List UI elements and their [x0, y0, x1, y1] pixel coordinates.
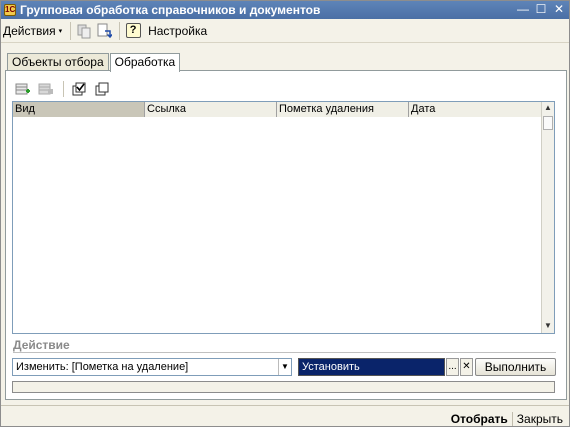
maximize-button[interactable]: ☐ [533, 3, 549, 17]
menubar-separator [119, 21, 121, 40]
title-bar[interactable]: 1С Групповая обработка справочников и до… [1, 1, 569, 19]
column-header-date[interactable]: Дата [409, 102, 542, 117]
copy-icon[interactable] [75, 22, 93, 40]
column-header-reference[interactable]: Ссылка [145, 102, 277, 117]
app-icon: 1С [4, 4, 16, 16]
actions-menu[interactable]: Действия ▾ [1, 24, 66, 38]
delete-row-icon[interactable] [37, 80, 55, 98]
action-divider [13, 352, 556, 353]
menubar-separator [70, 21, 72, 40]
scroll-thumb[interactable] [543, 116, 553, 130]
progress-bar [12, 381, 555, 393]
scroll-down-icon[interactable]: ▼ [542, 320, 554, 333]
tab-strip: Объекты отбора Обработка [7, 53, 181, 72]
grid-toolbar-separator [63, 81, 64, 97]
footer-divider [1, 405, 569, 406]
window-title: Групповая обработка справочников и докум… [20, 3, 321, 17]
action-section-label: Действие [13, 338, 70, 352]
column-header-kind[interactable]: Вид [13, 102, 145, 117]
check-all-icon[interactable] [70, 80, 88, 98]
tab-selection-objects[interactable]: Объекты отбора [7, 53, 109, 71]
scroll-up-icon[interactable]: ▲ [542, 102, 554, 115]
chevron-down-icon: ▾ [58, 27, 63, 35]
settings-button[interactable]: Настройка [148, 24, 207, 38]
help-button[interactable]: ? [124, 22, 142, 40]
operation-value: Изменить: [Пометка на удаление] [16, 361, 189, 373]
processing-panel: Вид Ссылка Пометка удаления Дата ▲ ▼ Дей… [5, 70, 567, 400]
grid-toolbar [14, 79, 113, 99]
close-button[interactable]: ✕ [551, 3, 567, 17]
actions-menu-label: Действия [3, 23, 56, 38]
close-form-button[interactable]: Закрыть [513, 412, 567, 426]
uncheck-all-icon[interactable] [93, 80, 111, 98]
menubar: Действия ▾ ? Настройка [1, 19, 569, 43]
minimize-button[interactable]: — [515, 3, 531, 17]
add-row-icon[interactable] [14, 80, 32, 98]
column-header-deletion-mark[interactable]: Пометка удаления [277, 102, 409, 117]
footer-buttons: Отобрать Закрыть [447, 411, 567, 426]
value-field[interactable]: Установить [298, 358, 445, 376]
chevron-down-icon[interactable]: ▼ [278, 359, 291, 375]
objects-table[interactable]: Вид Ссылка Пометка удаления Дата ▲ ▼ [12, 101, 555, 334]
help-icon: ? [125, 23, 141, 38]
select-value-button[interactable]: ... [446, 358, 459, 376]
table-scrollbar[interactable]: ▲ ▼ [541, 102, 554, 333]
execute-button[interactable]: Выполнить [475, 358, 556, 376]
select-button[interactable]: Отобрать [447, 412, 512, 426]
processing-window: 1С Групповая обработка справочников и до… [0, 0, 570, 427]
operation-select[interactable]: Изменить: [Пометка на удаление] ▼ [12, 358, 292, 376]
tab-processing[interactable]: Обработка [109, 53, 181, 72]
table-header: Вид Ссылка Пометка удаления Дата [13, 102, 542, 117]
refresh-arrow-icon[interactable] [95, 22, 113, 40]
clear-value-button[interactable]: ✕ [460, 358, 473, 376]
